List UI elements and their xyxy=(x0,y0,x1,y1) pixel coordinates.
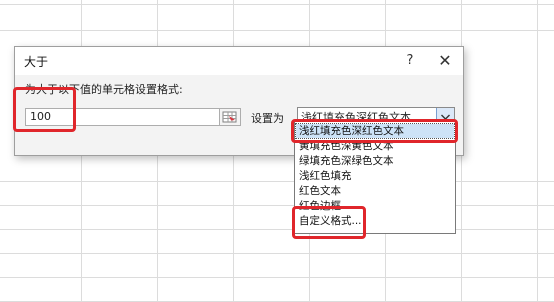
help-button[interactable]: ? xyxy=(397,49,423,73)
dropdown-option[interactable]: 浅红色填充 xyxy=(296,169,454,183)
dialog-titlebar: 大于 ? ✕ xyxy=(15,47,463,75)
dropdown-option[interactable]: 绿填充色深绿色文本 xyxy=(296,154,454,168)
value-highlight-box xyxy=(13,87,76,132)
custom-format-highlight-box xyxy=(292,206,366,239)
range-select-icon xyxy=(222,111,237,123)
range-picker-button[interactable] xyxy=(219,108,241,126)
dropdown-option[interactable]: 红色文本 xyxy=(296,184,454,198)
format-label: 设置为 xyxy=(251,112,284,125)
option-highlight-box xyxy=(291,119,458,143)
close-button[interactable]: ✕ xyxy=(431,49,459,73)
dialog-title: 大于 xyxy=(24,55,49,69)
